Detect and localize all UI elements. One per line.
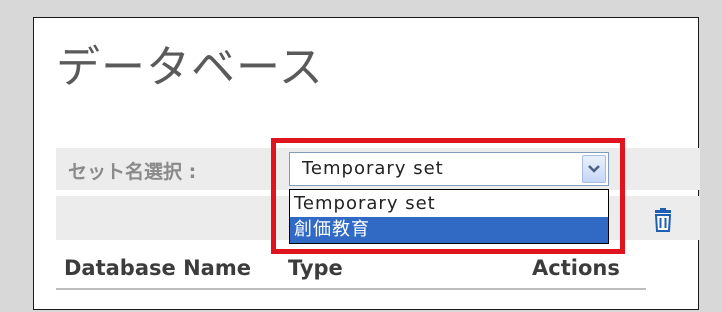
dropdown-arrow-button[interactable] [582, 155, 606, 183]
table-header: Database Name Type Actions [56, 252, 646, 290]
set-option-soka-kyoiku[interactable]: 創価教育 [290, 217, 608, 243]
set-options-list: Temporary set 創価教育 [289, 189, 609, 244]
chevron-down-icon [588, 165, 600, 173]
set-option-temporary[interactable]: Temporary set [290, 191, 608, 217]
set-select-label: セット名選択 : [68, 161, 197, 183]
set-select-value: Temporary set [302, 158, 444, 179]
trash-icon[interactable] [652, 208, 674, 232]
column-header-database-name[interactable]: Database Name [64, 256, 251, 280]
set-select-dropdown[interactable]: Temporary set [289, 152, 609, 186]
page-title: データベース [56, 42, 324, 93]
column-header-actions: Actions [532, 256, 620, 280]
column-header-type[interactable]: Type [288, 256, 343, 280]
